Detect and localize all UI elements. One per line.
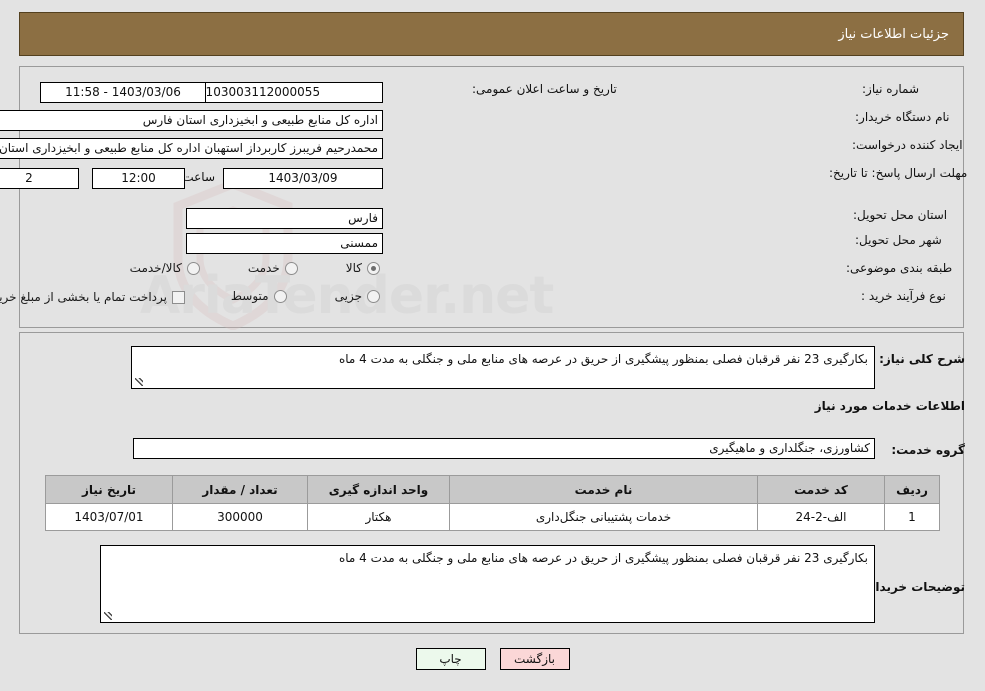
- treasury-payment-label: پرداخت تمام یا بخشی از مبلغ خرید،از محل …: [0, 290, 167, 304]
- col-quantity: تعداد / مقدار: [172, 475, 308, 504]
- col-row: ردیف: [884, 475, 940, 504]
- service-items-table-wrap: ردیف کد خدمت نام خدمت واحد اندازه گیری ت…: [45, 475, 940, 531]
- general-description-label: شرح کلی نیاز:: [879, 352, 965, 366]
- radio-khedmat-icon[interactable]: [284, 261, 298, 275]
- category-label: طبقه بندی موضوعی:: [846, 261, 953, 275]
- buyer-notes-textarea[interactable]: بکارگیری 23 نفر قرقبان فصلی بمنظور پیشگی…: [100, 545, 875, 623]
- category-option-kala-khedmat[interactable]: کالا/خدمت: [130, 261, 200, 275]
- buyer-org-field[interactable]: اداره کل منابع طبیعی و ابخیزداری استان ف…: [0, 110, 383, 131]
- deadline-date-field[interactable]: 1403/03/09: [223, 168, 383, 189]
- cell-code: الف-2-24: [757, 503, 885, 531]
- buyer-org-label: نام دستگاه خریدار:: [855, 110, 950, 124]
- deadline-label: مهلت ارسال پاسخ: تا تاریخ:: [829, 166, 968, 180]
- service-group-label: گروه خدمت:: [891, 443, 965, 457]
- cell-name: خدمات پشتیبانی جنگل‌داری: [449, 503, 758, 531]
- col-unit: واحد اندازه گیری: [307, 475, 450, 504]
- table-header-row: ردیف کد خدمت نام خدمت واحد اندازه گیری ت…: [45, 475, 940, 504]
- back-button[interactable]: بازگشت: [499, 648, 570, 670]
- category-option-kala[interactable]: کالا: [346, 261, 380, 275]
- page-header: جزئیات اطلاعات نیاز: [19, 12, 964, 56]
- services-section-title: اطلاعات خدمات مورد نیاز: [814, 399, 965, 413]
- creator-label: ایجاد کننده درخواست:: [852, 138, 963, 152]
- treasury-payment-checkbox-icon[interactable]: [172, 290, 185, 304]
- cell-row: 1: [884, 503, 940, 531]
- need-info-panel: [19, 66, 964, 328]
- process-option-motevaset-label: متوسط: [230, 289, 269, 303]
- service-group-field[interactable]: کشاورزی، جنگلداری و ماهیگیری: [133, 438, 875, 459]
- cell-date: 1403/07/01: [45, 503, 173, 531]
- deadline-hour-field[interactable]: 12:00: [92, 168, 185, 189]
- page-title: جزئیات اطلاعات نیاز: [838, 26, 949, 42]
- process-option-jozei-label: جزیی: [334, 289, 362, 303]
- category-option-khedmat[interactable]: خدمت: [248, 261, 298, 275]
- general-description-textarea[interactable]: بکارگیری 23 نفر قرقبان فصلی بمنظور پیشگی…: [131, 346, 875, 389]
- remaining-days-field[interactable]: 2: [0, 168, 79, 189]
- buyer-notes-label: توضیحات خریدار:: [863, 580, 965, 594]
- process-type-label: نوع فرآیند خرید :: [861, 289, 946, 303]
- hour-label: ساعت: [182, 170, 215, 184]
- delivery-province-label: استان محل تحویل:: [853, 208, 948, 222]
- need-number-label: شماره نیاز:: [862, 82, 919, 96]
- radio-kala-icon[interactable]: [367, 261, 380, 275]
- process-option-jozei[interactable]: جزیی: [335, 289, 380, 303]
- delivery-city-field[interactable]: ممسنی: [186, 233, 383, 254]
- service-items-table: ردیف کد خدمت نام خدمت واحد اندازه گیری ت…: [45, 475, 940, 531]
- announce-datetime-field[interactable]: 1403/03/06 - 11:58: [40, 82, 206, 103]
- delivery-city-label: شهر محل تحویل:: [855, 233, 942, 247]
- radio-jozei-icon[interactable]: [367, 289, 380, 303]
- radio-motevaset-icon[interactable]: [273, 289, 287, 303]
- category-option-kala-khedmat-label: کالا/خدمت: [129, 261, 182, 275]
- print-button[interactable]: چاپ: [415, 648, 486, 670]
- category-option-khedmat-label: خدمت: [247, 261, 280, 275]
- creator-field[interactable]: محمدرحیم فریبرز کاربرداز استهبان اداره ک…: [0, 138, 383, 159]
- delivery-province-field[interactable]: فارس: [186, 208, 383, 229]
- treasury-payment-checkbox-wrap[interactable]: پرداخت تمام یا بخشی از مبلغ خرید،از محل …: [0, 290, 185, 304]
- action-buttons: بازگشت چاپ: [0, 648, 985, 670]
- col-name: نام خدمت: [449, 475, 758, 504]
- cell-unit: هکتار: [307, 503, 450, 531]
- col-code: کد خدمت: [757, 475, 885, 504]
- table-row: 1 الف-2-24 خدمات پشتیبانی جنگل‌داری هکتا…: [45, 503, 940, 531]
- category-option-kala-label: کالا: [345, 261, 362, 275]
- radio-kala-khedmat-icon[interactable]: [186, 261, 200, 275]
- cell-quantity: 300000: [172, 503, 308, 531]
- announce-datetime-label: تاریخ و ساعت اعلان عمومی:: [472, 82, 617, 96]
- col-date: تاریخ نیاز: [45, 475, 173, 504]
- process-option-motevaset[interactable]: متوسط: [231, 289, 287, 303]
